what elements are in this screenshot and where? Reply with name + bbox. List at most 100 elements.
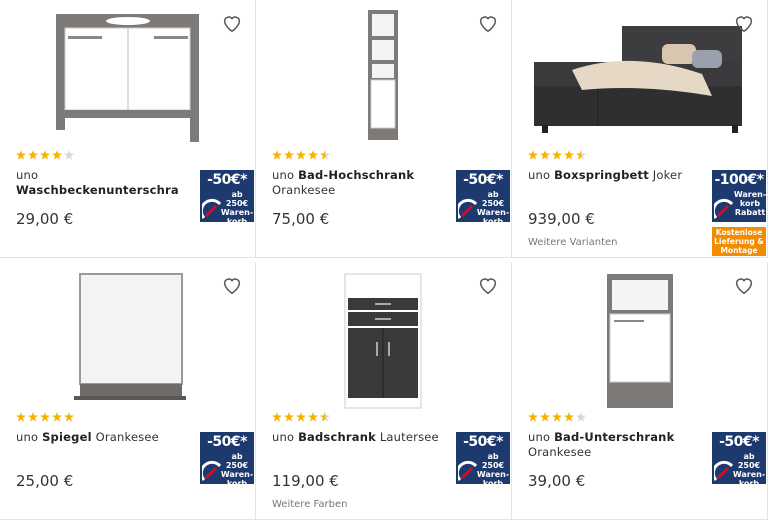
product-suffix: Lautersee [379,430,439,444]
discount-badge: -50€* ab 250€ Waren-korb [456,170,510,222]
discount-condition: ab 250€ Waren-korb [220,452,254,484]
heart-icon[interactable] [733,12,755,34]
product-grid: uno Waschbeckenunterschra 29,00 € -50€* … [0,0,768,520]
product-title[interactable]: uno Badschrank Lautersee [272,430,440,445]
rating-stars [528,412,586,424]
discount-amount: -50€* [207,434,247,450]
discount-amount: -100€* [714,172,764,188]
discount-condition: Waren-korb Rabatt [733,190,766,217]
star-icon [64,412,74,422]
product-card[interactable]: uno Waschbeckenunterschra 29,00 € -50€* … [0,0,256,258]
rating-stars [272,150,330,162]
discount-condition: ab 250€ Waren-korb [476,190,510,222]
star-half-icon [576,150,586,160]
product-title[interactable]: uno Spiegel Orankesee [16,430,184,445]
rating-stars [16,412,74,424]
discount-amount: -50€* [207,172,247,188]
product-price: 39,00 € [528,472,586,490]
product-name: Bad-Unterschrank [554,430,675,444]
heart-icon[interactable] [221,274,243,296]
product-image[interactable] [256,0,512,150]
product-image[interactable] [256,262,512,412]
discount-dial-icon [714,198,734,219]
product-title[interactable]: uno Boxspringbett Joker [528,168,696,183]
product-brand: uno [272,430,295,444]
heart-icon[interactable] [733,274,755,296]
heart-icon[interactable] [477,274,499,296]
product-price: 25,00 € [16,472,74,490]
star-half-icon [320,412,330,422]
product-brand: uno [16,430,39,444]
star-icon [540,150,550,160]
product-card[interactable]: uno Boxspringbett Joker 939,00 € Weitere… [512,0,768,258]
star-icon [52,150,62,160]
product-title[interactable]: uno Waschbeckenunterschra [16,168,184,198]
star-icon [40,150,50,160]
discount-amount: -50€* [463,434,503,450]
product-image[interactable] [512,262,768,412]
product-image[interactable] [0,262,256,412]
product-price: 939,00 € [528,210,595,228]
product-name: Badschrank [298,430,376,444]
discount-condition: ab 250€ Waren-korb [732,452,766,484]
discount-amount: -50€* [463,172,503,188]
discount-amount: -50€* [719,434,759,450]
product-card[interactable]: uno Bad-Unterschrank Orankesee 39,00 € -… [512,262,768,520]
star-icon [540,412,550,422]
product-suffix: Orankesee [528,445,592,459]
star-icon [308,150,318,160]
star-half-icon [320,150,330,160]
product-brand: uno [16,168,39,182]
discount-badge: -50€* ab 250€ Waren-korb [712,432,766,484]
product-card[interactable]: uno Spiegel Orankesee 25,00 € -50€* ab 2… [0,262,256,520]
product-brand: uno [528,168,551,182]
product-price: 29,00 € [16,210,74,228]
product-title[interactable]: uno Bad-Hochschrank Orankesee [272,168,440,198]
discount-condition: ab 250€ Waren-korb [220,190,254,222]
product-card[interactable]: uno Badschrank Lautersee 119,00 € Weiter… [256,262,512,520]
rating-stars [272,412,330,424]
product-title[interactable]: uno Bad-Unterschrank Orankesee [528,430,696,460]
heart-icon[interactable] [477,12,499,34]
product-image[interactable] [0,0,256,150]
product-price: 119,00 € [272,472,339,490]
free-delivery-badge: Kostenlose Lieferung & Montage [712,227,766,256]
product-image[interactable] [512,0,768,150]
star-icon [16,412,26,422]
more-variants-link[interactable]: Weitere Varianten [528,237,618,248]
product-name: Spiegel [42,430,92,444]
star-icon [64,150,74,160]
product-name: Boxspringbett [554,168,649,182]
star-icon [272,150,282,160]
product-suffix: Orankesee [95,430,159,444]
product-price: 75,00 € [272,210,330,228]
star-icon [16,150,26,160]
product-name: Bad-Hochschrank [298,168,415,182]
star-icon [528,412,538,422]
star-icon [296,412,306,422]
product-suffix: Joker [652,168,683,182]
more-colors-link[interactable]: Weitere Farben [272,499,347,510]
rating-stars [528,150,586,162]
star-icon [576,412,586,422]
product-card[interactable]: uno Bad-Hochschrank Orankesee 75,00 € -5… [256,0,512,258]
heart-icon[interactable] [221,12,243,34]
star-icon [564,412,574,422]
product-brand: uno [528,430,551,444]
product-suffix: Orankesee [272,183,336,197]
star-icon [552,412,562,422]
discount-condition: ab 250€ Waren-korb [476,452,510,484]
discount-badge: -100€* Waren-korb Rabatt [712,170,766,222]
discount-badge: -50€* ab 250€ Waren-korb [200,432,254,484]
star-icon [28,412,38,422]
star-icon [308,412,318,422]
star-icon [272,412,282,422]
star-icon [28,150,38,160]
star-icon [296,150,306,160]
discount-badge: -50€* ab 250€ Waren-korb [456,432,510,484]
product-brand: uno [272,168,295,182]
product-name: Waschbeckenunterschra [16,183,179,197]
star-icon [40,412,50,422]
star-icon [528,150,538,160]
star-icon [52,412,62,422]
